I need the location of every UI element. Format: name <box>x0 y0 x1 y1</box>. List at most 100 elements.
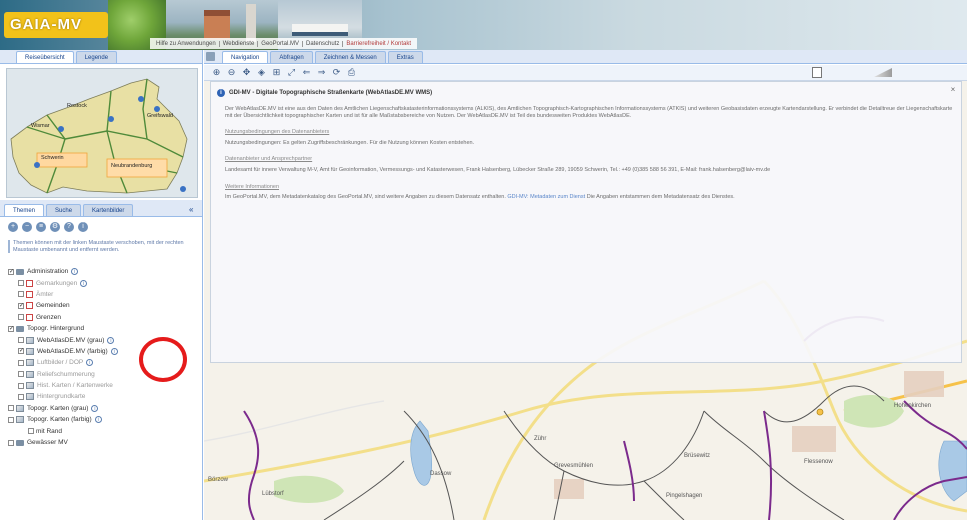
tab-navigation[interactable]: Navigation <box>222 51 269 63</box>
print-icon[interactable]: ⎙ <box>347 68 356 77</box>
layer-tree-row[interactable]: Gemarkungen i <box>8 277 198 288</box>
layer-tree-row[interactable]: ✓ Gemeinden <box>8 300 198 311</box>
map-label: Grevesmühlen <box>554 463 594 469</box>
layer-checkbox[interactable] <box>8 439 14 446</box>
layers-icon[interactable]: ≡ <box>36 222 46 232</box>
layer-tree-row[interactable]: Ämter <box>8 289 198 300</box>
layer-checkbox[interactable] <box>8 405 14 412</box>
layer-icon <box>26 336 34 344</box>
map-label: Pingelshagen <box>666 493 703 499</box>
layer-tree-row[interactable]: Hist. Karten / Kartenwerke <box>8 380 198 391</box>
banner-link[interactable]: Hilfe zu Anwendungen <box>153 40 220 47</box>
layer-tree-row[interactable]: Topogr. Karten (farbig) i <box>8 414 198 425</box>
layer-info-icon[interactable]: i <box>94 416 102 424</box>
tab-extras[interactable]: Extras <box>387 51 423 63</box>
close-icon[interactable]: × <box>949 86 957 94</box>
metadata-link[interactable]: GDI-MV: Metadaten zum Dienst <box>507 194 585 200</box>
map-label: Börzow <box>208 477 229 483</box>
layer-checkbox[interactable] <box>18 291 24 298</box>
ship-shape <box>292 24 348 36</box>
remove-theme-icon[interactable]: − <box>22 222 32 232</box>
layer-checkbox[interactable]: ✓ <box>8 325 14 332</box>
overview-label: Schwerin <box>41 155 64 161</box>
section-text-more: Im GeoPortal.MV, dem Metadatenkatalog de… <box>225 194 506 201</box>
zoom-box-icon[interactable]: ⊞ <box>272 68 281 77</box>
layer-label: Grenzen <box>36 313 61 321</box>
layer-checkbox[interactable]: ✓ <box>8 268 14 275</box>
fullscreen-icon[interactable]: ⤢ <box>287 68 296 77</box>
lighthouse-shape <box>246 4 256 42</box>
layer-icon <box>26 382 34 390</box>
tab-themes[interactable]: Themen <box>4 204 45 216</box>
tab-map-images[interactable]: Kartenbilder <box>83 204 134 216</box>
layer-tree-row[interactable]: Topogr. Karten (grau) i <box>8 403 198 414</box>
layer-label: Luftbilder / DOP <box>37 359 84 367</box>
layer-checkbox[interactable] <box>18 382 24 389</box>
layer-icon <box>16 404 24 412</box>
layer-checkbox[interactable] <box>18 314 24 321</box>
layer-checkbox[interactable]: ✓ <box>18 302 24 309</box>
banner-link[interactable]: Barrierefreiheit / Kontakt <box>343 41 414 47</box>
banner-link[interactable]: GeoPortal.MV <box>258 40 303 47</box>
refresh-icon[interactable]: ⟳ <box>332 68 341 77</box>
layer-info-icon[interactable]: i <box>80 279 88 287</box>
map-label: Flessenow <box>804 459 833 465</box>
collapse-icon[interactable]: « <box>189 205 198 214</box>
layer-icon <box>26 359 34 367</box>
checkbox-icon[interactable] <box>812 67 822 78</box>
layer-label: Topogr. Hintergrund <box>27 325 85 333</box>
info-icon[interactable]: i <box>78 222 88 232</box>
tab-queries[interactable]: Abfragen <box>270 51 313 63</box>
tab-draw-measure[interactable]: Zeichnen & Messen <box>314 51 386 63</box>
layer-checkbox[interactable] <box>18 280 24 287</box>
scale-bar-icon[interactable] <box>874 68 892 77</box>
banner-link[interactable]: Webdienste <box>220 40 259 47</box>
layer-checkbox[interactable] <box>28 428 34 435</box>
tab-search[interactable]: Suche <box>46 204 82 216</box>
banner-link[interactable]: Datenschutz <box>303 40 344 47</box>
overview-label: Wismar <box>31 123 50 129</box>
layer-info-icon[interactable]: i <box>91 404 99 412</box>
add-theme-icon[interactable]: + <box>8 222 18 232</box>
forward-icon[interactable]: ⇒ <box>317 68 326 77</box>
layer-checkbox[interactable] <box>18 371 24 378</box>
settings-icon[interactable]: ⚙ <box>50 222 60 232</box>
layer-tree-row[interactable]: Gewässer MV <box>8 437 198 448</box>
pan-icon[interactable]: ✥ <box>242 68 251 77</box>
left-top-tabbar: Reiseübersicht Legende <box>0 50 202 64</box>
overview-label: Neubrandenburg <box>111 163 153 169</box>
layer-info-icon[interactable]: i <box>110 347 118 355</box>
tab-legend[interactable]: Legende <box>75 51 118 63</box>
print-icon[interactable] <box>206 52 215 61</box>
help-icon[interactable]: ? <box>64 222 74 232</box>
map-label: Lübstorf <box>262 491 284 497</box>
layer-tree-row[interactable]: mit Rand <box>8 425 198 436</box>
castle-shape <box>204 10 230 40</box>
layer-checkbox[interactable] <box>18 337 24 344</box>
layer-info-icon[interactable]: i <box>86 359 94 367</box>
layer-label: Gemarkungen <box>36 279 78 287</box>
overview-map[interactable]: Wismar Rostock Greifswald Schwerin Neubr… <box>6 68 198 198</box>
layer-info-icon[interactable]: i <box>107 336 115 344</box>
layer-tree-row[interactable]: ✓ Topogr. Hintergrund <box>8 323 198 334</box>
tab-overview[interactable]: Reiseübersicht <box>16 51 74 63</box>
layer-checkbox[interactable] <box>18 393 24 400</box>
layer-icon <box>16 416 24 424</box>
layer-label: WebAtlasDE.MV (farbig) <box>37 347 108 355</box>
layer-info-icon[interactable]: i <box>71 268 79 276</box>
layer-checkbox[interactable] <box>8 416 14 423</box>
layer-tree-row[interactable]: ✓ Administration i <box>8 266 198 277</box>
left-panel: Reiseübersicht Legende Wismar Rostock Gr… <box>0 50 203 520</box>
app-logo[interactable]: GAIA-MV <box>4 12 108 38</box>
popup-intro: Der WebAtlasDE.MV ist eine aus den Daten… <box>225 106 953 119</box>
zoom-extent-icon[interactable]: ◈ <box>257 68 266 77</box>
layer-tree-row[interactable]: Hintergrundkarte <box>8 391 198 402</box>
layer-info-popup: i GDI-MV - Digitale Topographische Straß… <box>210 81 962 363</box>
zoom-in-icon[interactable]: ⊕ <box>212 68 221 77</box>
layer-checkbox[interactable]: ✓ <box>18 348 24 355</box>
layer-checkbox[interactable] <box>18 359 24 366</box>
back-icon[interactable]: ⇐ <box>302 68 311 77</box>
layer-tree-row[interactable]: Grenzen <box>8 312 198 323</box>
zoom-out-icon[interactable]: ⊖ <box>227 68 236 77</box>
layer-swatch-icon <box>26 313 33 321</box>
